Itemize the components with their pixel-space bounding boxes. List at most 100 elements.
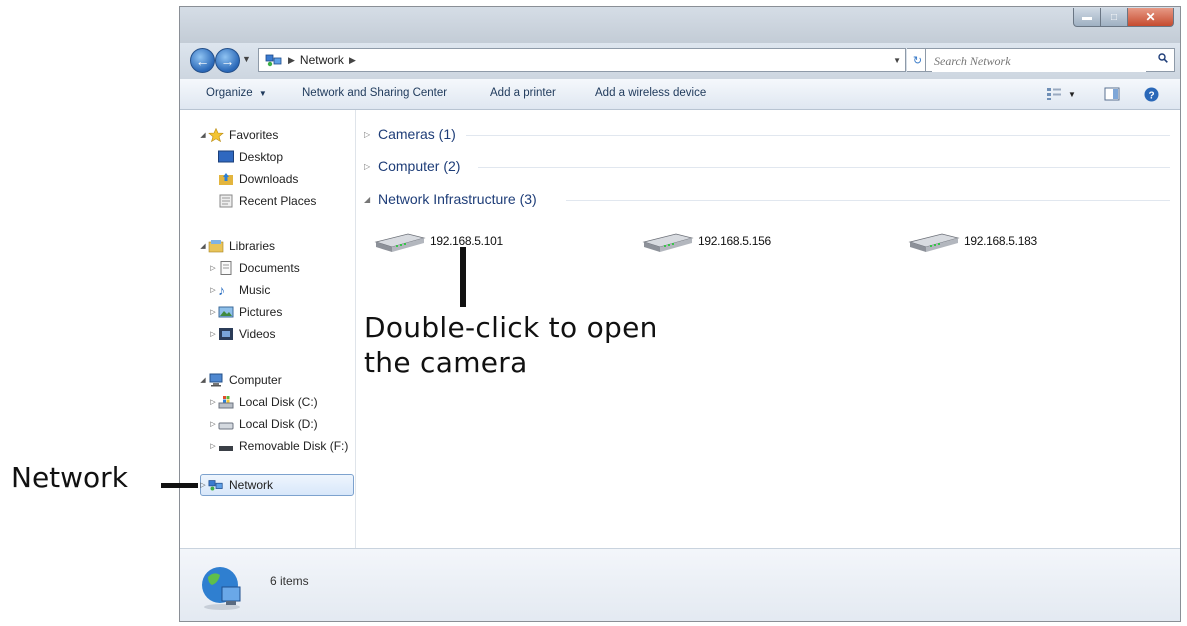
expanded-arrow-icon[interactable]: ◢ bbox=[198, 131, 208, 139]
collapsed-arrow-icon[interactable]: ▷ bbox=[208, 308, 218, 316]
breadcrumb-separator[interactable]: ▶ bbox=[288, 55, 295, 66]
network-sharing-center-button[interactable]: Network and Sharing Center bbox=[302, 87, 447, 99]
add-printer-button[interactable]: Add a printer bbox=[490, 87, 556, 99]
drive-icon bbox=[218, 422, 234, 430]
callout-line-1: Double-click to open bbox=[364, 311, 658, 344]
nav-network[interactable]: ▷ Network bbox=[198, 476, 273, 494]
device-label: 192.168.5.183 bbox=[964, 234, 1037, 248]
nav-recent-places-label: Recent Places bbox=[239, 194, 317, 208]
group-divider bbox=[466, 135, 1170, 136]
nav-local-disk-c[interactable]: ▷ Local Disk (C:) bbox=[208, 393, 317, 411]
callout-line-2: the camera bbox=[364, 346, 528, 379]
group-header-cameras[interactable]: ▷ Cameras (1) bbox=[364, 124, 456, 144]
address-dropdown-icon[interactable]: ▼ bbox=[893, 56, 901, 65]
collapsed-arrow-icon[interactable]: ▷ bbox=[208, 442, 218, 450]
device-item[interactable]: 192.168.5.101 bbox=[374, 226, 503, 256]
callout-line-network bbox=[161, 483, 198, 488]
preview-pane-icon bbox=[1104, 87, 1120, 101]
collapsed-arrow-icon[interactable]: ▷ bbox=[208, 398, 218, 406]
callout-line-open-camera bbox=[460, 247, 466, 307]
removable-drive-icon bbox=[219, 446, 233, 451]
back-button[interactable]: ← bbox=[190, 48, 215, 73]
expanded-arrow-icon[interactable]: ◢ bbox=[198, 376, 208, 384]
add-wireless-device-button[interactable]: Add a wireless device bbox=[595, 87, 706, 99]
group-divider bbox=[566, 200, 1170, 201]
computer-icon bbox=[209, 373, 223, 387]
nav-documents[interactable]: ▷ Documents bbox=[208, 259, 300, 277]
collapsed-arrow-icon[interactable]: ▷ bbox=[198, 481, 208, 489]
nav-computer-label: Computer bbox=[229, 373, 282, 387]
nav-downloads-label: Downloads bbox=[239, 172, 299, 186]
group-header-network-infrastructure[interactable]: ◢ Network Infrastructure (3) bbox=[364, 189, 537, 209]
nav-music[interactable]: ▷ ♪ Music bbox=[208, 281, 270, 299]
breadcrumb-network[interactable]: Network bbox=[300, 53, 344, 67]
videos-icon bbox=[219, 328, 233, 340]
recent-pages-dropdown[interactable]: ▼ bbox=[242, 54, 251, 64]
router-icon bbox=[908, 233, 960, 252]
collapsed-arrow-icon[interactable]: ▷ bbox=[208, 330, 218, 338]
callout-open-camera: Double-click to open the camera bbox=[364, 310, 658, 380]
nav-local-disk-d[interactable]: ▷ Local Disk (D:) bbox=[208, 415, 317, 433]
expanded-arrow-icon: ◢ bbox=[364, 194, 371, 204]
group-label: Network Infrastructure (3) bbox=[378, 191, 537, 207]
item-count: 6 items bbox=[270, 574, 309, 588]
device-item[interactable]: 192.168.5.183 bbox=[908, 226, 1037, 256]
nav-libraries[interactable]: ◢ Libraries bbox=[198, 237, 275, 255]
help-button[interactable]: ? bbox=[1144, 85, 1159, 103]
organize-menu[interactable]: Organize ▼ bbox=[206, 87, 267, 99]
device-label: 192.168.5.101 bbox=[430, 234, 503, 248]
nav-documents-label: Documents bbox=[239, 261, 300, 275]
collapsed-arrow-icon[interactable]: ▷ bbox=[208, 264, 218, 272]
collapsed-arrow-icon[interactable]: ▷ bbox=[208, 286, 218, 294]
svg-text:?: ? bbox=[1148, 90, 1154, 101]
close-button[interactable]: ✕ bbox=[1128, 8, 1174, 27]
minimize-button[interactable]: ▬ bbox=[1073, 8, 1101, 27]
collapsed-arrow-icon[interactable]: ▷ bbox=[208, 420, 218, 428]
desktop-icon bbox=[218, 150, 234, 163]
organize-label: Organize bbox=[206, 87, 253, 99]
explorer-window: ▬ □ ✕ ← → ▼ ▶ Network ▶ ▼ ↻ Search Netwo… bbox=[179, 6, 1181, 622]
nav-music-label: Music bbox=[239, 283, 271, 297]
breadcrumb-separator[interactable]: ▶ bbox=[349, 55, 356, 66]
nav-removable-disk-f[interactable]: ▷ Removable Disk (F:) bbox=[208, 437, 348, 455]
music-icon: ♪ bbox=[218, 282, 225, 298]
system-drive-icon bbox=[218, 396, 234, 409]
help-icon: ? bbox=[1144, 87, 1159, 101]
collapsed-arrow-icon: ▷ bbox=[364, 161, 371, 171]
nav-videos[interactable]: ▷ Videos bbox=[208, 325, 275, 343]
nav-pictures-label: Pictures bbox=[239, 305, 283, 319]
details-pane: 6 items bbox=[180, 548, 1180, 621]
preview-pane-button[interactable] bbox=[1104, 85, 1120, 103]
navigation-row: ← → ▼ ▶ Network ▶ ▼ ↻ bbox=[180, 43, 1180, 79]
address-bar[interactable]: ▶ Network ▶ ▼ bbox=[258, 48, 906, 72]
nav-computer[interactable]: ◢ Computer bbox=[198, 371, 282, 389]
star-icon bbox=[208, 128, 224, 142]
nav-network-label: Network bbox=[229, 478, 274, 492]
refresh-icon: ↻ bbox=[912, 54, 923, 67]
forward-button[interactable]: → bbox=[215, 48, 240, 73]
nav-downloads[interactable]: Downloads bbox=[218, 170, 298, 188]
libraries-icon bbox=[208, 240, 224, 253]
nav-desktop[interactable]: Desktop bbox=[218, 148, 283, 166]
nav-recent-places[interactable]: Recent Places bbox=[218, 192, 316, 210]
forward-arrow-icon: → bbox=[220, 52, 235, 69]
device-item[interactable]: 192.168.5.156 bbox=[642, 226, 771, 256]
nav-favorites[interactable]: ◢ Favorites bbox=[198, 126, 278, 144]
view-options-button[interactable]: ▼ bbox=[1046, 85, 1076, 103]
minimize-icon: ▬ bbox=[1082, 11, 1092, 23]
group-header-computer[interactable]: ▷ Computer (2) bbox=[364, 156, 460, 176]
network-icon bbox=[208, 480, 223, 491]
search-box[interactable] bbox=[925, 48, 1175, 72]
search-input[interactable] bbox=[932, 50, 1146, 72]
expanded-arrow-icon[interactable]: ◢ bbox=[198, 242, 208, 250]
pictures-icon bbox=[218, 306, 234, 318]
network-icon bbox=[265, 54, 282, 67]
search-icon[interactable] bbox=[1158, 53, 1168, 63]
back-arrow-icon: ← bbox=[195, 52, 210, 69]
close-icon: ✕ bbox=[1145, 10, 1156, 24]
title-bar[interactable]: ▬ □ ✕ bbox=[180, 7, 1180, 43]
window-controls: ▬ □ ✕ bbox=[1073, 8, 1174, 27]
nav-videos-label: Videos bbox=[239, 327, 276, 341]
maximize-button[interactable]: □ bbox=[1101, 8, 1128, 27]
nav-pictures[interactable]: ▷ Pictures bbox=[208, 303, 282, 321]
